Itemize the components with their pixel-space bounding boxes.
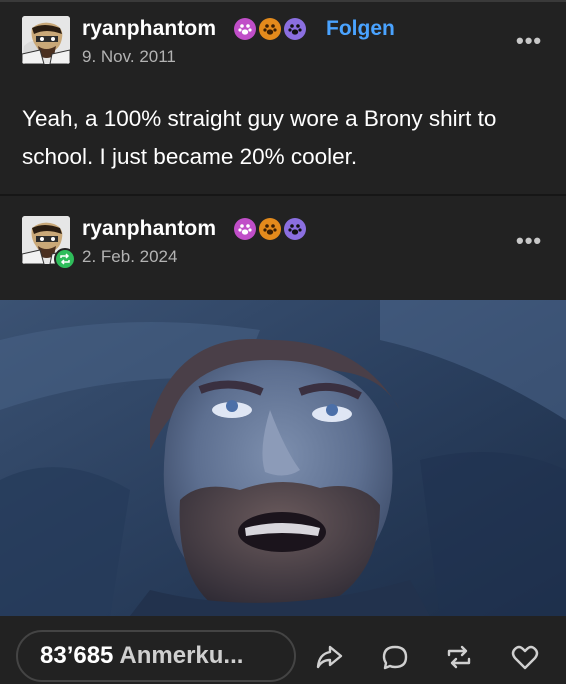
username[interactable]: ryanphantom [82,217,216,241]
paw-orange-icon[interactable] [259,218,281,240]
paw-orange-icon[interactable] [259,18,281,40]
notes-count: 83’685 [40,642,114,669]
post-date: 2. Feb. 2024 [82,247,178,266]
avatar[interactable] [22,16,70,64]
post-date: 9. Nov. 2011 [82,47,176,66]
share-icon[interactable] [314,642,344,672]
notes-button[interactable]: 83’685 Anmerku... [16,630,296,682]
badge-group [234,18,306,40]
reply-icon[interactable] [380,642,410,672]
paw-purple-icon[interactable] [284,218,306,240]
more-options-icon[interactable]: ••• [516,228,542,254]
paw-purple-icon[interactable] [284,18,306,40]
like-icon[interactable] [510,642,540,672]
post-text: Yeah, a 100% straight guy wore a Brony s… [22,106,497,169]
original-post: ryanphantom Folgen 9. Nov. 2011 ••• Yeah… [0,0,566,194]
paw-pink-icon[interactable] [234,218,256,240]
reblog-badge-icon [54,248,76,270]
reblog-icon[interactable] [444,642,474,672]
notes-label: Anmerku... [119,642,244,669]
username[interactable]: ryanphantom [82,17,216,41]
paw-pink-icon[interactable] [234,18,256,40]
post-image[interactable] [0,300,566,616]
more-options-icon[interactable]: ••• [516,28,542,54]
post-footer: 83’685 Anmerku... [0,616,566,684]
follow-button[interactable]: Folgen [326,17,395,41]
badge-group [234,218,306,240]
